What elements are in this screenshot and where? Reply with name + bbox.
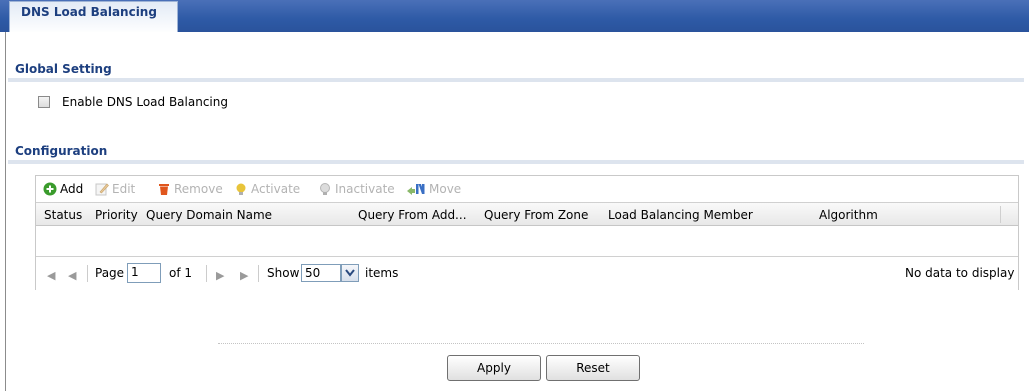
tab-dns-load-balancing[interactable]: DNS Load Balancing <box>9 1 178 34</box>
empty-table-message: No data to display <box>905 266 1015 280</box>
previous-page-icon[interactable]: ◀ <box>68 269 76 282</box>
edit-label: Edit <box>112 182 136 196</box>
first-page-icon[interactable]: ◀ <box>47 269 55 282</box>
items-label: items <box>365 266 399 280</box>
apply-button[interactable]: Apply <box>447 355 541 381</box>
pagination-bar: ◀ ◀ Page 1 of 1 ▶ ▶ Show 50 items No dat… <box>36 256 1018 290</box>
edit-button[interactable]: Edit <box>95 181 135 197</box>
add-icon <box>43 182 57 196</box>
configuration-title: Configuration <box>15 144 108 158</box>
add-button[interactable]: Add <box>43 181 83 197</box>
global-setting-divider <box>8 78 1024 82</box>
footer-divider <box>218 343 864 345</box>
pager-separator <box>258 265 259 282</box>
show-label: Show <box>267 266 300 280</box>
global-setting-title: Global Setting <box>15 62 112 76</box>
move-icon <box>406 182 426 196</box>
column-header-query-from-zone[interactable]: Query From Zone <box>484 208 588 222</box>
inactivate-button[interactable]: Inactivate <box>318 181 395 197</box>
column-separator <box>1000 206 1001 223</box>
page-size-dropdown-button[interactable] <box>341 264 359 282</box>
activate-button[interactable]: Activate <box>234 181 300 197</box>
trash-icon <box>157 182 171 196</box>
remove-label: Remove <box>174 182 223 196</box>
enable-dns-load-balancing-checkbox[interactable] <box>38 96 50 108</box>
move-label: Move <box>429 182 462 196</box>
reset-button[interactable]: Reset <box>546 355 640 381</box>
page-number-input[interactable]: 1 <box>127 263 161 283</box>
column-header-load-balancing-member[interactable]: Load Balancing Member <box>608 208 753 222</box>
table-toolbar: Add Edit Remove Activate Inactivate Move <box>36 176 1018 202</box>
inactivate-label: Inactivate <box>335 182 395 196</box>
move-button[interactable]: Move <box>406 181 461 197</box>
column-header-query-from-address[interactable]: Query From Add... <box>358 208 467 222</box>
edit-icon <box>95 182 109 196</box>
lightbulb-off-icon <box>318 182 332 196</box>
column-header-priority[interactable]: Priority <box>95 208 138 222</box>
remove-button[interactable]: Remove <box>157 181 223 197</box>
tab-label: DNS Load Balancing <box>21 5 157 19</box>
column-header-query-domain-name[interactable]: Query Domain Name <box>146 208 272 222</box>
table-header: Status Priority Query Domain Name Query … <box>36 202 1018 226</box>
add-label: Add <box>60 182 84 196</box>
page-count-label: of 1 <box>169 266 193 280</box>
pager-separator <box>206 265 207 282</box>
configuration-divider <box>8 160 1024 164</box>
column-header-status[interactable]: Status <box>44 208 82 222</box>
lightbulb-on-icon <box>234 182 248 196</box>
activate-label: Activate <box>251 182 301 196</box>
last-page-icon[interactable]: ▶ <box>240 269 248 282</box>
pager-separator <box>87 265 88 282</box>
enable-dns-load-balancing-label: Enable DNS Load Balancing <box>62 95 228 109</box>
configuration-table: Add Edit Remove Activate Inactivate Move… <box>35 175 1019 290</box>
column-header-algorithm[interactable]: Algorithm <box>819 208 878 222</box>
page-label: Page <box>95 266 125 280</box>
chevron-down-icon <box>345 269 355 277</box>
next-page-icon[interactable]: ▶ <box>216 269 224 282</box>
page-size-select[interactable]: 50 <box>301 264 341 282</box>
